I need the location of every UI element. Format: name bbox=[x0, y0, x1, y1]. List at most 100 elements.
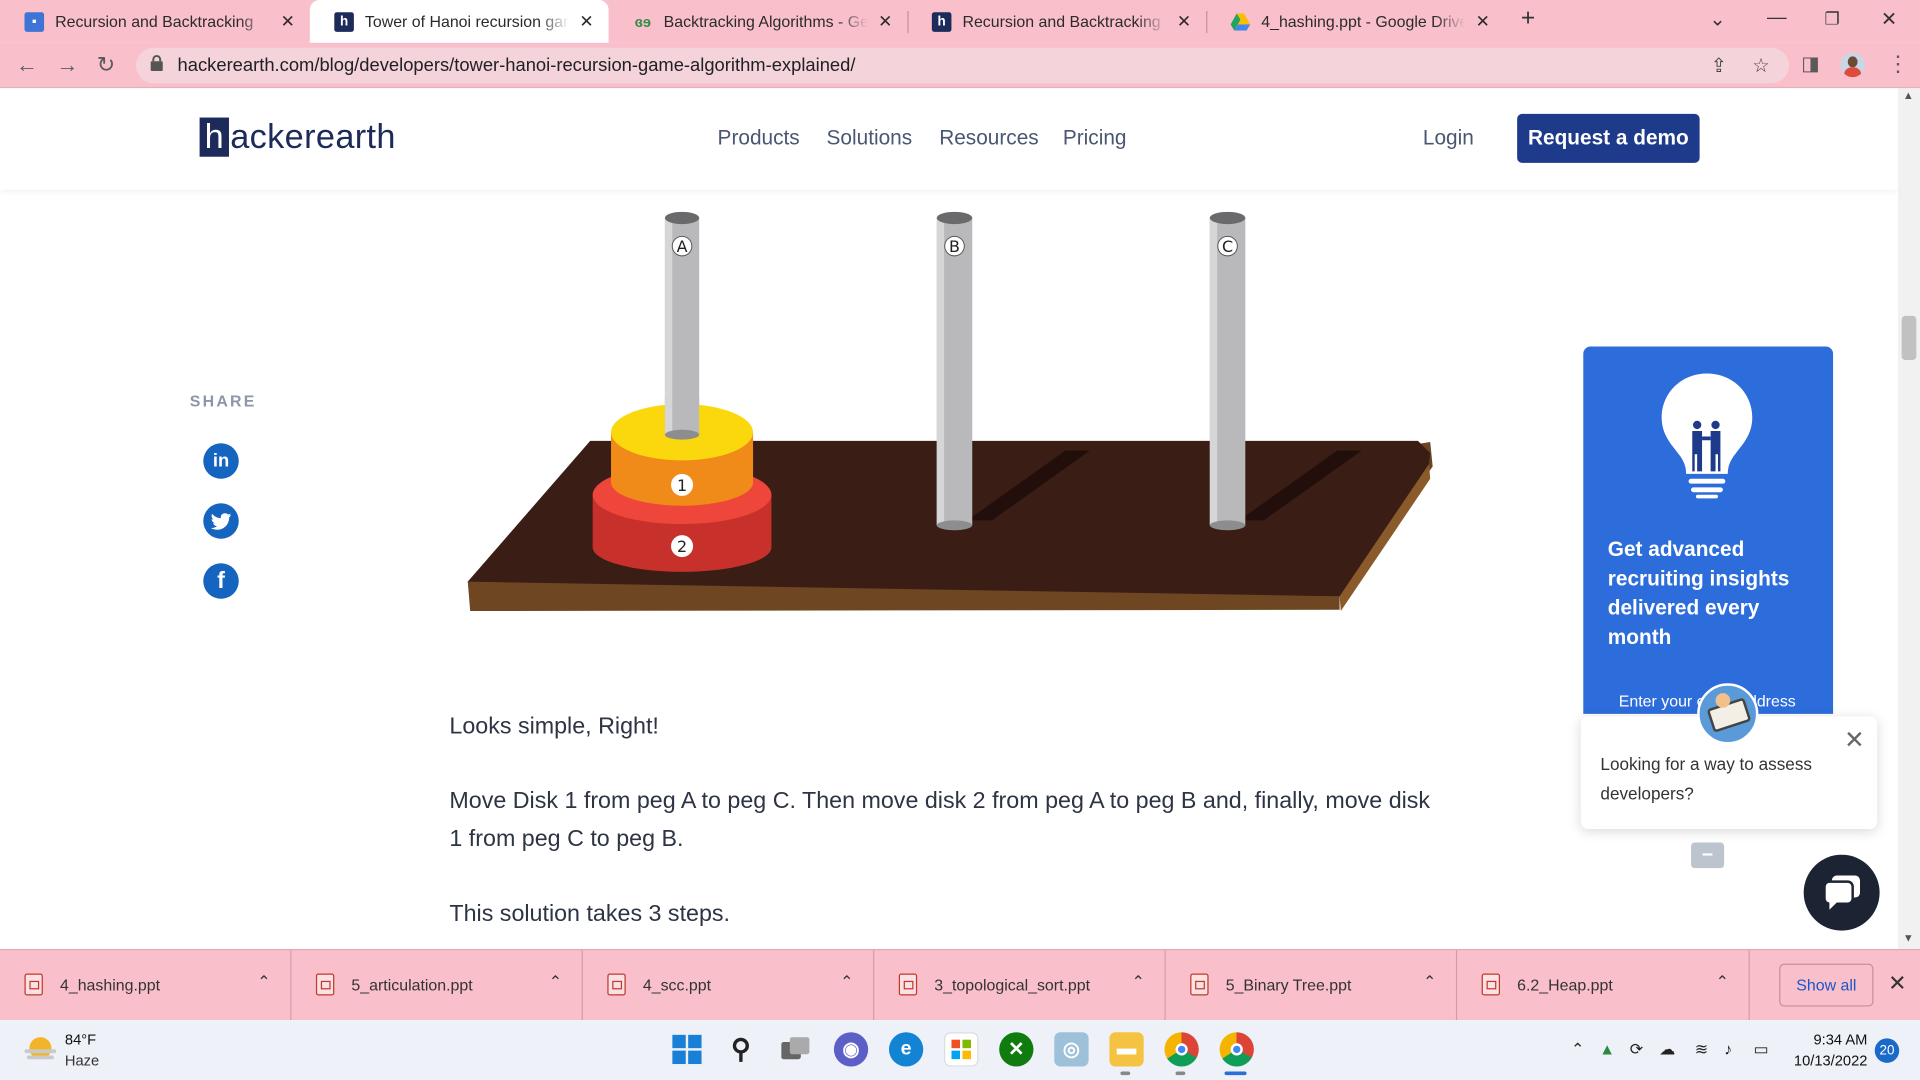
search-icon[interactable]: ⚲ bbox=[724, 1032, 758, 1066]
ppt-file-icon bbox=[315, 973, 335, 996]
show-all-downloads-button[interactable]: Show all bbox=[1779, 963, 1874, 1007]
nav-resources[interactable]: Resources bbox=[939, 126, 1039, 150]
scroll-down-arrow[interactable]: ▼ bbox=[1903, 932, 1914, 944]
ppt-file-icon bbox=[898, 973, 918, 996]
profile-avatar[interactable] bbox=[1840, 52, 1865, 78]
article-paragraph: Move Disk 1 from peg A to peg C. Then mo… bbox=[449, 788, 1431, 853]
bookmark-star-icon[interactable]: ☆ bbox=[1752, 54, 1770, 78]
reload-icon[interactable]: ↻ bbox=[97, 53, 115, 79]
chevron-up-icon[interactable]: ⌃ bbox=[549, 972, 562, 992]
teams-chat-icon[interactable]: ◉ bbox=[833, 1032, 869, 1067]
download-item[interactable]: 4_hashing.ppt ⌃ bbox=[0, 950, 292, 1022]
google-drive-sync-icon[interactable]: ▲ bbox=[1599, 1040, 1615, 1058]
share-page-icon[interactable]: ⇪ bbox=[1711, 54, 1727, 78]
chevron-up-icon[interactable]: ⌃ bbox=[1132, 972, 1145, 992]
close-tab-icon[interactable]: ✕ bbox=[1174, 11, 1194, 32]
peg-c-label: C bbox=[1222, 237, 1233, 256]
minimize-icon[interactable]: — bbox=[1767, 7, 1787, 29]
side-panel-icon[interactable]: ◨ bbox=[1801, 51, 1820, 75]
download-filename: 4_scc.ppt bbox=[642, 975, 712, 995]
close-window-icon[interactable]: ✕ bbox=[1881, 7, 1897, 31]
windows-start-icon[interactable] bbox=[670, 1032, 704, 1066]
hackerearth-icon: h bbox=[334, 11, 354, 32]
onedrive-cloud-icon[interactable]: ☁ bbox=[1659, 1040, 1675, 1060]
close-tab-icon[interactable]: ✕ bbox=[876, 11, 896, 32]
chrome-icon[interactable] bbox=[1164, 1032, 1199, 1067]
forward-arrow-icon[interactable]: → bbox=[56, 53, 78, 79]
tab-search-icon[interactable]: ⌄ bbox=[1709, 7, 1725, 31]
url-text: hackerearth.com/blog/developers/tower-ha… bbox=[177, 55, 856, 76]
download-item[interactable]: 3_topological_sort.ppt ⌃ bbox=[874, 950, 1166, 1022]
new-tab-icon[interactable]: + bbox=[1521, 5, 1535, 33]
request-demo-button[interactable]: Request a demo bbox=[1517, 113, 1700, 163]
haze-weather-icon[interactable] bbox=[24, 1036, 57, 1060]
close-tab-icon[interactable]: ✕ bbox=[1473, 11, 1493, 32]
download-item[interactable]: 6.2_Heap.ppt ⌃ bbox=[1457, 950, 1750, 1022]
chevron-up-icon[interactable]: ⌃ bbox=[257, 972, 270, 992]
task-view-icon[interactable] bbox=[779, 1032, 813, 1066]
battery-icon[interactable]: ▭ bbox=[1753, 1040, 1768, 1060]
page-scrollbar[interactable] bbox=[1897, 88, 1920, 949]
close-tab-icon[interactable]: ✕ bbox=[278, 11, 298, 32]
peg-c: C bbox=[1209, 211, 1246, 531]
tab-tower-of-hanoi[interactable]: h Tower of Hanoi recursion game algorith… bbox=[309, 0, 609, 43]
chevron-up-icon[interactable]: ⌃ bbox=[840, 972, 853, 992]
show-hidden-icons-chevron-icon[interactable]: ⌃ bbox=[1571, 1040, 1584, 1060]
restore-icon[interactable]: ❐ bbox=[1825, 9, 1840, 30]
notification-badge[interactable]: 20 bbox=[1874, 1038, 1900, 1063]
xbox-icon[interactable]: ✕ bbox=[999, 1032, 1034, 1067]
nav-pricing[interactable]: Pricing bbox=[1063, 126, 1127, 150]
close-tab-icon[interactable]: ✕ bbox=[577, 11, 597, 32]
scroll-up-arrow[interactable]: ▲ bbox=[1903, 89, 1914, 101]
download-item[interactable]: 5_Binary Tree.ppt ⌃ bbox=[1166, 950, 1458, 1022]
tab-title: Recursion and Backtracking bbox=[55, 12, 254, 31]
login-link[interactable]: Login bbox=[1423, 126, 1474, 150]
sync-icon[interactable]: ⟳ bbox=[1630, 1040, 1643, 1060]
chevron-up-icon[interactable]: ⌃ bbox=[1716, 972, 1729, 992]
nav-solutions[interactable]: Solutions bbox=[827, 126, 913, 150]
photos-app-icon[interactable]: ◎ bbox=[1054, 1032, 1089, 1067]
download-shelf: 4_hashing.ppt ⌃ 5_articulation.ppt ⌃ 4_scc… bbox=[0, 948, 1920, 1022]
lock-icon bbox=[150, 55, 163, 72]
chrome-profile-icon[interactable] bbox=[1219, 1032, 1254, 1067]
facebook-icon[interactable]: f bbox=[203, 563, 239, 599]
nav-products[interactable]: Products bbox=[718, 126, 800, 150]
file-explorer-icon[interactable]: ▬ bbox=[1109, 1032, 1144, 1067]
download-item[interactable]: 4_scc.ppt ⌃ bbox=[583, 950, 875, 1022]
google-slides-icon: ▪ bbox=[24, 11, 45, 32]
google-drive-icon bbox=[1230, 12, 1251, 32]
article-paragraph: Looks simple, Right! bbox=[449, 713, 659, 740]
ppt-file-icon bbox=[24, 973, 43, 996]
back-arrow-icon[interactable]: ← bbox=[16, 53, 38, 79]
download-filename: 6.2_Heap.ppt bbox=[1517, 975, 1613, 995]
peg-b: B bbox=[936, 211, 973, 531]
chevron-up-icon[interactable]: ⌃ bbox=[1423, 972, 1436, 992]
tab-recursion-tutorials[interactable]: h Recursion and Backtracking Tutorials ✕ bbox=[907, 0, 1206, 43]
tab-recursion-backtracking[interactable]: ▪ Recursion and Backtracking ✕ bbox=[0, 0, 310, 43]
close-shelf-icon[interactable]: ✕ bbox=[1888, 971, 1906, 997]
system-clock[interactable]: 9:34 AM 10/13/2022 bbox=[1794, 1030, 1868, 1072]
wifi-icon[interactable]: ≋ bbox=[1695, 1040, 1708, 1060]
linkedin-icon[interactable]: in bbox=[203, 443, 239, 479]
newsletter-headline: Get advanced recruiting insights deliver… bbox=[1607, 537, 1790, 649]
close-icon[interactable]: ✕ bbox=[1844, 725, 1865, 756]
tab-google-drive[interactable]: 4_hashing.ppt - Google Drive ✕ bbox=[1206, 0, 1505, 43]
disk-1-label: 1 bbox=[677, 476, 687, 495]
page-scrollbar-thumb[interactable] bbox=[1901, 315, 1917, 361]
minimize-chat-button[interactable]: − bbox=[1691, 842, 1725, 869]
chat-launcher-button[interactable] bbox=[1803, 854, 1880, 931]
tab-backtracking-gfg[interactable]: ɞɘ Backtracking Algorithms - GeeksforGee… bbox=[609, 0, 908, 43]
windows-taskbar: 84°F Haze ⚲ ◉ e ✕ ◎ ▬ ⌃ ▲ ⟳ ☁ ≋ ♪ ▭ 9:34… bbox=[0, 1020, 1920, 1080]
tab-title: Backtracking Algorithms - GeeksforGeeks bbox=[663, 12, 869, 31]
microsoft-store-icon[interactable] bbox=[944, 1032, 979, 1067]
more-menu-icon[interactable]: ⋮ bbox=[1887, 51, 1909, 77]
edge-browser-icon[interactable]: e bbox=[888, 1032, 924, 1067]
logo-wordmark: ackerearth bbox=[230, 117, 396, 156]
twitter-icon[interactable] bbox=[203, 503, 239, 539]
volume-icon[interactable]: ♪ bbox=[1724, 1040, 1732, 1058]
geeksforgeeks-icon: ɞɘ bbox=[634, 12, 652, 31]
download-item[interactable]: 5_articulation.ppt ⌃ bbox=[291, 950, 583, 1022]
address-bar[interactable]: hackerearth.com/blog/developers/tower-ha… bbox=[135, 47, 1789, 84]
hackerearth-logo[interactable]: h ackerearth bbox=[199, 117, 396, 157]
site-header: h ackerearth Products Solutions Resources… bbox=[0, 88, 1898, 190]
